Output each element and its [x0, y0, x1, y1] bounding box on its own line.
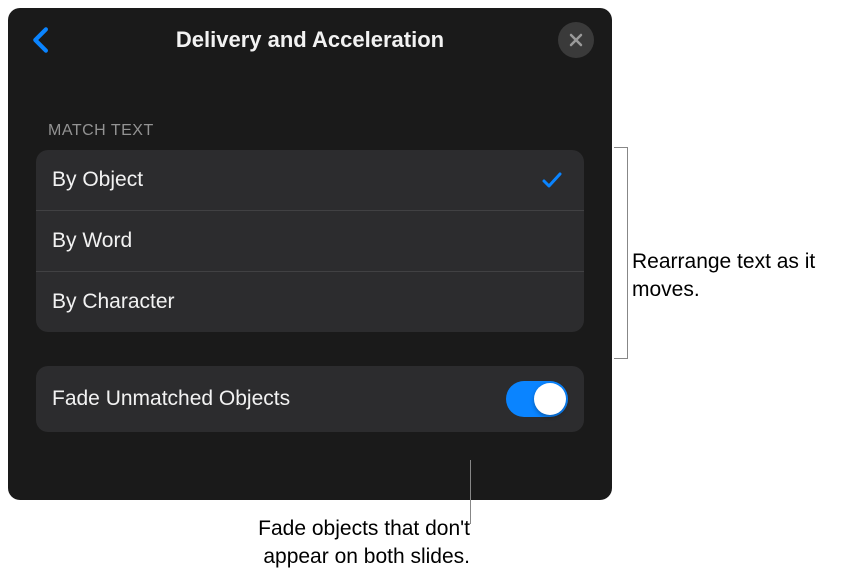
panel-header: Delivery and Acceleration — [8, 8, 612, 66]
toggle-label: Fade Unmatched Objects — [52, 387, 290, 411]
callout-leader — [470, 460, 471, 524]
option-label: By Object — [52, 168, 143, 192]
fade-unmatched-group: Fade Unmatched Objects — [36, 366, 584, 432]
callout-bracket — [614, 147, 628, 359]
section-header: MATCH TEXT — [8, 66, 612, 150]
option-by-object[interactable]: By Object — [36, 150, 584, 211]
fade-unmatched-toggle[interactable] — [506, 381, 568, 417]
chevron-left-icon — [31, 27, 49, 53]
option-by-character[interactable]: By Character — [36, 272, 584, 332]
toggle-knob — [534, 383, 566, 415]
panel-title: Delivery and Acceleration — [176, 27, 444, 53]
close-button[interactable] — [558, 22, 594, 58]
match-text-options: By Object By Word By Character — [36, 150, 584, 332]
fade-unmatched-row: Fade Unmatched Objects — [36, 366, 584, 432]
close-icon — [568, 32, 584, 48]
checkmark-icon — [540, 168, 564, 192]
callout-rearrange: Rearrange text as it moves. — [632, 248, 852, 305]
settings-panel: Delivery and Acceleration MATCH TEXT By … — [8, 8, 612, 500]
back-button[interactable] — [26, 26, 54, 54]
option-label: By Character — [52, 290, 175, 314]
option-label: By Word — [52, 229, 132, 253]
callout-fade: Fade objects that don't appear on both s… — [190, 515, 470, 572]
option-by-word[interactable]: By Word — [36, 211, 584, 272]
